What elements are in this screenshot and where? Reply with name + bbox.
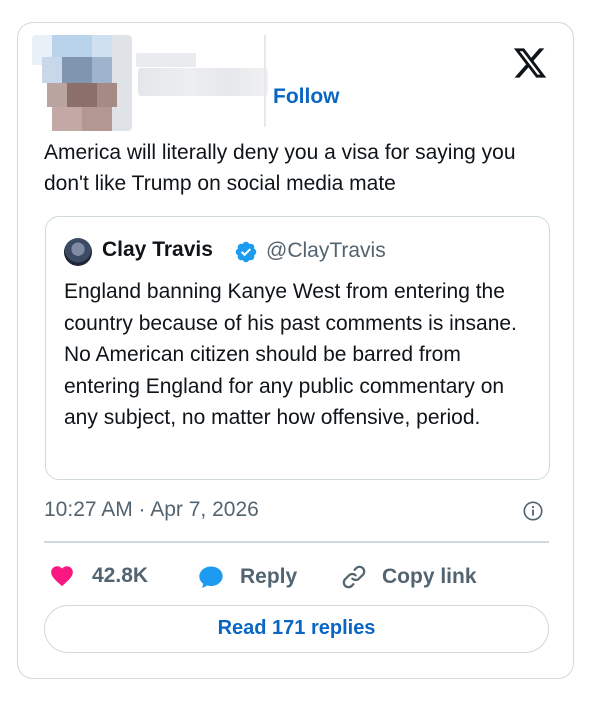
reply-bubble-icon	[199, 566, 223, 589]
blur-edge	[264, 35, 266, 127]
author-handle-blurred[interactable]	[138, 68, 268, 96]
quoted-tweet[interactable]: Clay Travis @ClayTravis England banning …	[45, 216, 550, 480]
tweet-text: America will literally deny you a visa f…	[44, 141, 516, 195]
reply-button[interactable]: Reply	[196, 563, 297, 591]
tweet-timestamp[interactable]: 10:27 AM · Apr 7, 2026	[44, 498, 259, 522]
quoted-author-handle[interactable]: @ClayTravis	[266, 239, 386, 263]
link-icon	[342, 565, 366, 589]
quoted-author-name[interactable]: Clay Travis	[102, 238, 213, 262]
verified-badge-icon	[235, 241, 257, 263]
info-icon[interactable]	[522, 500, 544, 522]
like-count: 42.8K	[92, 564, 149, 587]
quoted-author-avatar[interactable]	[64, 238, 92, 266]
x-logo-icon[interactable]	[512, 45, 548, 81]
follow-button[interactable]: Follow	[273, 85, 340, 109]
action-bar: 42.8K Reply Copy link	[44, 563, 554, 593]
copy-link-button[interactable]: Copy link	[340, 563, 477, 591]
tweet-card: Follow America will literally deny you a…	[17, 22, 574, 679]
like-button[interactable]: 42.8K	[48, 563, 148, 589]
heart-icon	[51, 566, 73, 587]
quoted-tweet-text: England banning Kanye West from entering…	[64, 280, 517, 429]
reply-label: Reply	[240, 565, 298, 588]
divider	[44, 541, 549, 543]
author-name-blurred[interactable]	[136, 53, 196, 67]
author-avatar-blurred[interactable]	[32, 35, 132, 131]
copy-link-label: Copy link	[382, 565, 477, 588]
read-replies-button[interactable]: Read 171 replies	[44, 605, 549, 653]
